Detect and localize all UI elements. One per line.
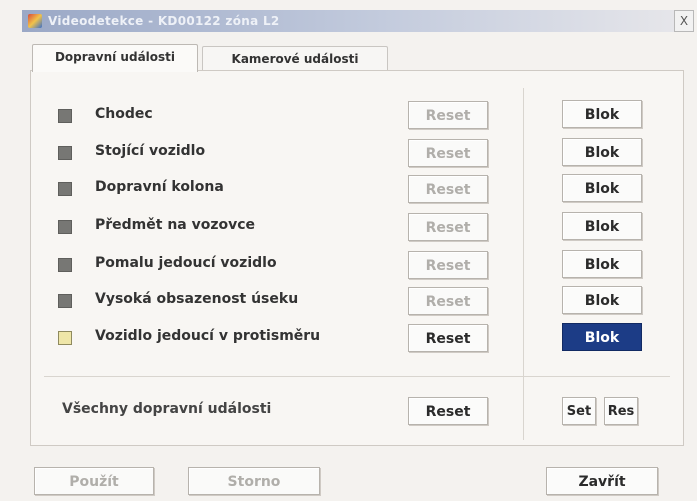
reset-button-vozidlo-v-protismeru[interactable]: Reset bbox=[408, 324, 488, 352]
reset-button-predmet-na-vozovce[interactable]: Reset bbox=[408, 213, 488, 241]
horizontal-divider bbox=[44, 376, 670, 377]
event-label-chodec: Chodec bbox=[95, 106, 153, 122]
event-indicator-stojici-vozidlo bbox=[58, 146, 72, 160]
res-all-button[interactable]: Res bbox=[604, 397, 638, 425]
close-button[interactable]: Zavřít bbox=[546, 467, 658, 495]
reset-button-chodec[interactable]: Reset bbox=[408, 101, 488, 129]
event-label-stojici-vozidlo: Stojící vozidlo bbox=[95, 143, 206, 159]
event-label-vozidlo-v-protismeru: Vozidlo jedoucí v protisměru bbox=[95, 328, 321, 344]
event-indicator-dopravni-kolona bbox=[58, 182, 72, 196]
reset-button-pomalu-jedouci-vozidlo[interactable]: Reset bbox=[408, 251, 488, 279]
blok-button-vysoka-obsazenost-useku[interactable]: Blok bbox=[562, 286, 642, 314]
blok-button-pomalu-jedouci-vozidlo[interactable]: Blok bbox=[562, 250, 642, 278]
event-label-vysoka-obsazenost-useku: Vysoká obsazenost úseku bbox=[95, 291, 299, 307]
blok-button-stojici-vozidlo[interactable]: Blok bbox=[562, 138, 642, 166]
blok-button-predmet-na-vozovce[interactable]: Blok bbox=[562, 212, 642, 240]
window-titlebar: Videodetekce - KD00122 zóna L2 bbox=[22, 10, 677, 32]
event-indicator-pomalu-jedouci-vozidlo bbox=[58, 258, 72, 272]
tab-kamerove-udalosti[interactable]: Kamerové události bbox=[202, 46, 388, 71]
set-all-button[interactable]: Set bbox=[562, 397, 596, 425]
vertical-divider bbox=[523, 88, 524, 440]
tab-dopravni-udalosti[interactable]: Dopravní události bbox=[32, 44, 198, 72]
event-indicator-chodec bbox=[58, 109, 72, 123]
reset-button-stojici-vozidlo[interactable]: Reset bbox=[408, 139, 488, 167]
all-events-label: Všechny dopravní události bbox=[62, 401, 272, 417]
blok-button-chodec[interactable]: Blok bbox=[562, 100, 642, 128]
event-indicator-vysoka-obsazenost-useku bbox=[58, 294, 72, 308]
app-icon bbox=[28, 14, 42, 28]
blok-button-dopravni-kolona[interactable]: Blok bbox=[562, 174, 642, 202]
window-title: Videodetekce - KD00122 zóna L2 bbox=[48, 14, 280, 28]
event-indicator-predmet-na-vozovce bbox=[58, 220, 72, 234]
event-label-predmet-na-vozovce: Předmět na vozovce bbox=[95, 217, 256, 233]
event-label-pomalu-jedouci-vozidlo: Pomalu jedoucí vozidlo bbox=[95, 255, 277, 271]
event-label-dopravni-kolona: Dopravní kolona bbox=[95, 179, 224, 195]
event-indicator-vozidlo-v-protismeru bbox=[58, 331, 72, 345]
reset-all-button[interactable]: Reset bbox=[408, 397, 488, 425]
close-window-button[interactable]: X bbox=[674, 10, 694, 32]
reset-button-dopravni-kolona[interactable]: Reset bbox=[408, 175, 488, 203]
cancel-button[interactable]: Storno bbox=[188, 467, 320, 495]
blok-button-vozidlo-v-protismeru[interactable]: Blok bbox=[562, 323, 642, 351]
apply-button[interactable]: Použít bbox=[34, 467, 154, 495]
reset-button-vysoka-obsazenost-useku[interactable]: Reset bbox=[408, 287, 488, 315]
